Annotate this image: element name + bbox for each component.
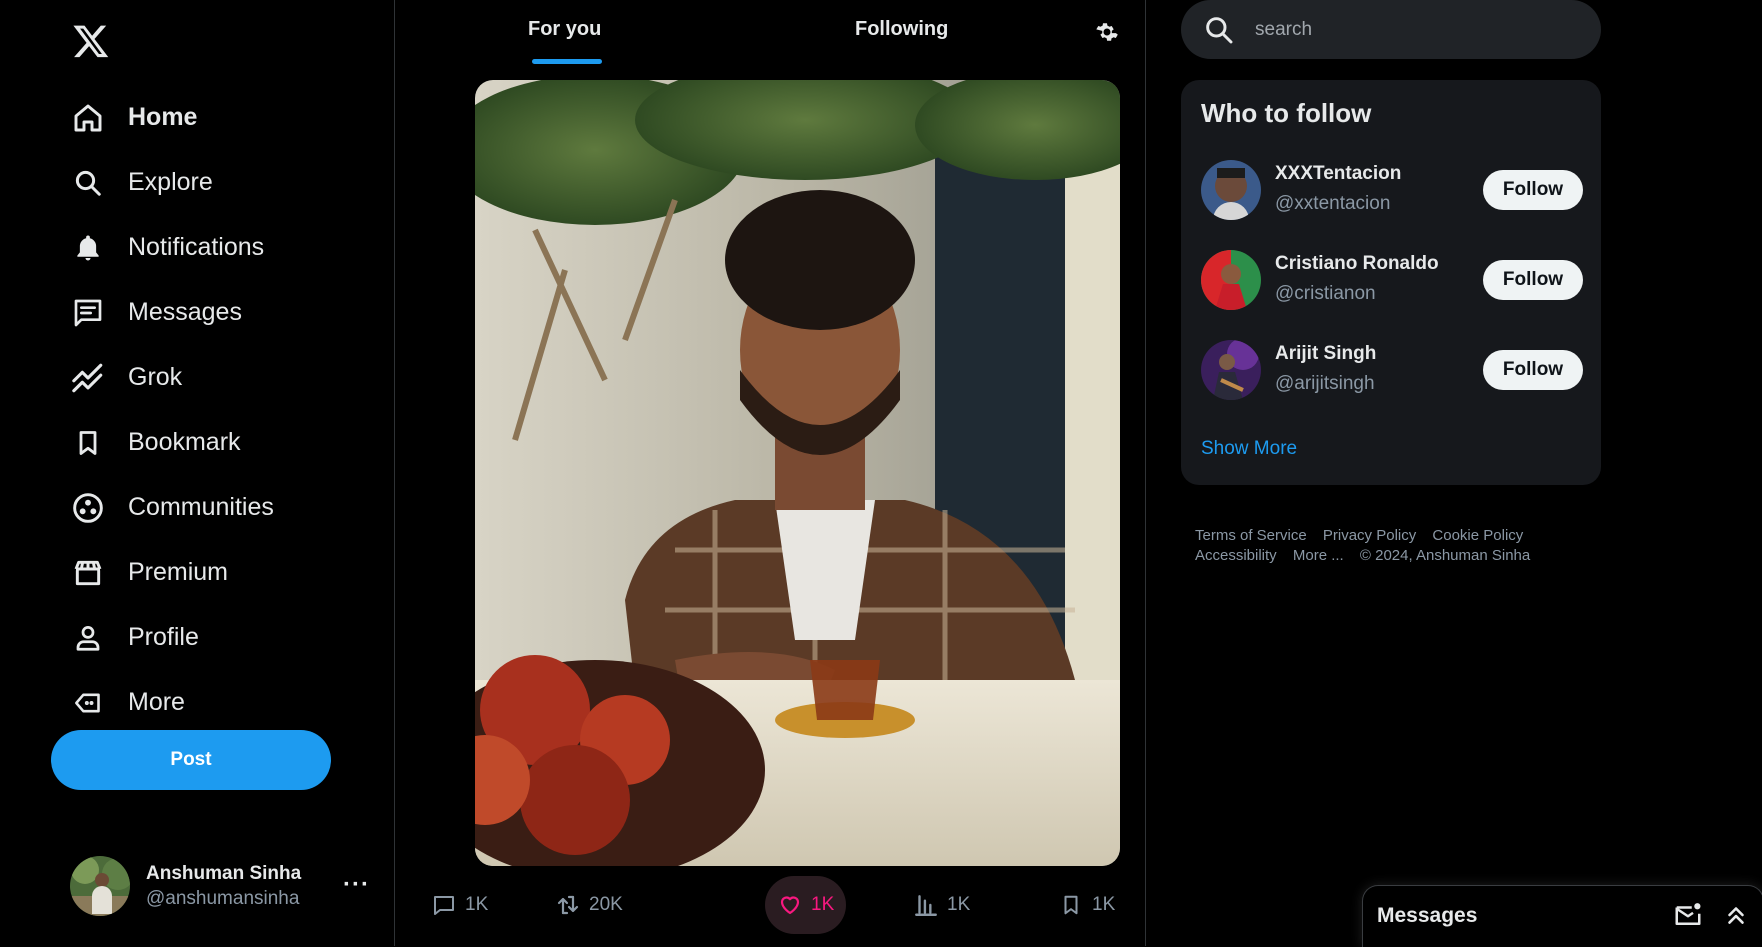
show-more-link[interactable]: Show More: [1201, 438, 1297, 460]
nav-item-more[interactable]: More: [70, 670, 274, 735]
follow-suggestion[interactable]: Cristiano Ronaldo @cristianon Follow: [1201, 250, 1583, 312]
search-icon: [1203, 14, 1235, 46]
nav-label: Premium: [128, 558, 229, 586]
search-input[interactable]: [1253, 17, 1577, 42]
search-bar: [1181, 0, 1601, 59]
account-menu-icon[interactable]: ···: [343, 871, 370, 899]
account-switcher[interactable]: Anshuman Sinha @anshumansinha ···: [70, 855, 370, 917]
avatar: [1201, 160, 1261, 220]
avatar: [70, 856, 130, 916]
views-button[interactable]: 1K: [913, 876, 970, 934]
follow-button[interactable]: Follow: [1483, 260, 1583, 300]
nav-label: More: [128, 688, 185, 716]
search-icon: [70, 165, 106, 201]
views-icon: [913, 892, 939, 918]
heart-icon: [777, 892, 803, 918]
main-nav: Home Explore Notifications Messages Grok: [70, 85, 274, 735]
bookmark-post-button[interactable]: 1K: [1058, 876, 1115, 934]
active-tab-indicator: [532, 59, 602, 64]
nav-item-profile[interactable]: Profile: [70, 605, 274, 670]
retweet-icon: [555, 892, 581, 918]
tab-for-you[interactable]: For you: [528, 18, 601, 41]
more-icon: [70, 685, 106, 721]
suggestion-handle: @xxtentacion: [1275, 193, 1391, 214]
messages-drawer-title: Messages: [1377, 904, 1478, 927]
communities-icon: [70, 490, 106, 526]
suggestion-name: Arijit Singh: [1275, 343, 1377, 364]
like-count: 1K: [811, 894, 835, 915]
premium-icon: [70, 555, 106, 591]
footer-link-terms[interactable]: Terms of Service: [1195, 527, 1307, 544]
messages-drawer[interactable]: Messages: [1362, 885, 1762, 947]
message-icon: [70, 295, 106, 331]
avatar: [1201, 340, 1261, 400]
bell-icon: [70, 230, 106, 266]
follow-suggestion[interactable]: Arijit Singh @arijitsingh Follow: [1201, 340, 1583, 402]
nav-label: Messages: [128, 298, 242, 326]
post-image[interactable]: [475, 80, 1120, 866]
reply-icon: [431, 892, 457, 918]
follow-suggestion[interactable]: XXXTentacion @xxtentacion Follow: [1201, 160, 1583, 222]
account-name: Anshuman Sinha: [146, 862, 302, 884]
who-to-follow-panel: Who to follow XXXTentacion @xxtentacion …: [1181, 80, 1601, 485]
grok-icon: [70, 360, 106, 396]
home-icon: [70, 100, 106, 136]
nav-label: Notifications: [128, 233, 265, 261]
post-button[interactable]: Post: [51, 730, 331, 790]
bookmark-count: 1K: [1092, 894, 1116, 915]
copyright: © 2024, Anshuman Sinha: [1359, 547, 1531, 564]
retweet-count: 20K: [589, 894, 623, 915]
suggestion-name: XXXTentacion: [1275, 163, 1402, 184]
nav-item-home[interactable]: Home: [70, 85, 274, 150]
nav-label: Bookmark: [128, 428, 241, 456]
who-to-follow-title: Who to follow: [1201, 98, 1372, 128]
bookmark-icon: [70, 425, 106, 461]
suggestion-handle: @arijitsingh: [1275, 373, 1375, 394]
post-actions: 1K 20K 1K 1K 1K: [395, 876, 1145, 936]
footer-link-more[interactable]: More ...: [1293, 547, 1344, 564]
nav-item-communities[interactable]: Communities: [70, 475, 274, 540]
nav-item-premium[interactable]: Premium: [70, 540, 274, 605]
views-count: 1K: [947, 894, 971, 915]
nav-label: Profile: [128, 623, 199, 651]
feed-tabs: For you Following: [395, 0, 1145, 66]
nav-item-notifications[interactable]: Notifications: [70, 215, 274, 280]
like-button[interactable]: 1K: [765, 876, 847, 934]
suggestion-handle: @cristianon: [1275, 283, 1376, 304]
nav-item-bookmark[interactable]: Bookmark: [70, 410, 274, 475]
left-sidebar: Home Explore Notifications Messages Grok: [0, 0, 395, 946]
person-icon: [70, 620, 106, 656]
footer-link-privacy[interactable]: Privacy Policy: [1323, 527, 1416, 544]
nav-item-messages[interactable]: Messages: [70, 280, 274, 345]
nav-item-grok[interactable]: Grok: [70, 345, 274, 410]
follow-button[interactable]: Follow: [1483, 170, 1583, 210]
nav-label: Communities: [128, 493, 274, 521]
footer-link-accessibility[interactable]: Accessibility: [1195, 547, 1277, 564]
nav-label: Grok: [128, 363, 183, 391]
follow-button[interactable]: Follow: [1483, 350, 1583, 390]
footer-link-cookie[interactable]: Cookie Policy: [1432, 527, 1523, 544]
mail-compose-icon[interactable]: [1673, 900, 1703, 930]
footer-links: Terms of Service Privacy Policy Cookie P…: [1195, 526, 1595, 566]
nav-label: Home: [128, 103, 198, 131]
nav-item-explore[interactable]: Explore: [70, 150, 274, 215]
reply-count: 1K: [465, 894, 489, 915]
retweet-button[interactable]: 20K: [555, 876, 623, 934]
gear-icon[interactable]: [1095, 20, 1119, 44]
x-logo-icon[interactable]: [72, 22, 110, 60]
nav-label: Explore: [128, 168, 213, 196]
main-feed: For you Following 1K 20K 1K 1K 1K: [395, 0, 1146, 946]
tab-following[interactable]: Following: [855, 18, 948, 41]
suggestion-name: Cristiano Ronaldo: [1275, 253, 1439, 274]
account-handle: @anshumansinha: [146, 887, 300, 909]
chevrons-up-icon[interactable]: [1723, 900, 1749, 930]
avatar: [1201, 250, 1261, 310]
bookmark-icon: [1058, 892, 1084, 918]
reply-button[interactable]: 1K: [431, 876, 488, 934]
